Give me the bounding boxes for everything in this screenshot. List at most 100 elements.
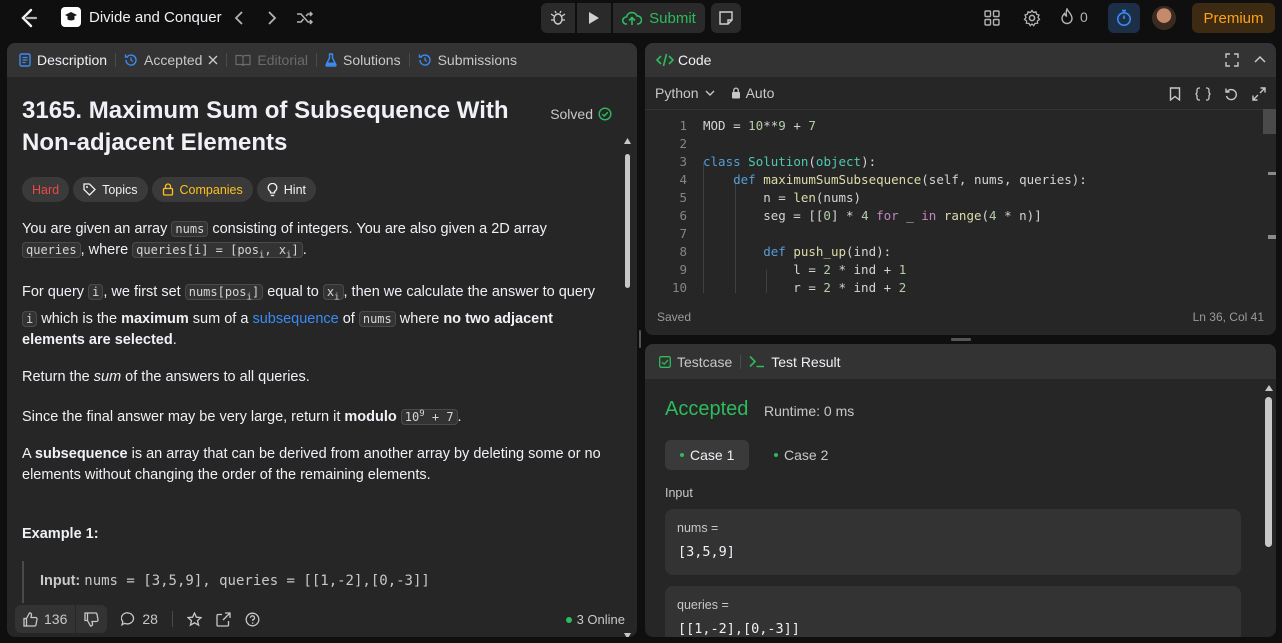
history-icon [124,54,137,66]
case-2-tab[interactable]: Case 2 [759,440,843,470]
tab-submissions[interactable]: Submissions [418,52,517,68]
tab-editorial-label: Editorial [257,52,308,68]
top-bar: Divide and Conquer Submit 0 Premium [0,0,1282,36]
inline-code: nums [171,221,209,237]
online-indicator: 3 Online [565,612,625,627]
reset-icon[interactable] [1224,87,1238,101]
leetcode-logo-icon[interactable] [18,7,40,29]
tab-test-result[interactable]: Test Result [749,354,841,370]
lock-icon [731,87,740,99]
online-count: 3 Online [576,612,625,627]
code-text: MOD = 10**9 + 7 [703,118,816,133]
streak-counter[interactable]: 0 [1060,8,1088,25]
timer-button[interactable] [1108,3,1140,33]
user-avatar[interactable] [1152,6,1176,30]
verdict: Accepted [665,398,749,420]
favorite-button[interactable] [186,611,202,627]
description-footer: 136 28 3 Online [7,601,637,637]
tab-solutions[interactable]: Solutions [325,52,401,68]
code-line: 3 class Solution(object): [645,153,876,171]
runtime: Runtime: 0 ms [764,403,855,419]
tab-editorial[interactable]: Editorial [235,52,308,68]
code-text: 10 [404,409,420,424]
chevron-left-icon[interactable] [229,8,249,28]
vertical-resize-handle[interactable] [639,330,641,348]
test-panel: Testcase Test Result Accepted Runtime: 0… [645,344,1276,637]
tab-testcase[interactable]: Testcase [659,354,732,370]
description-scrollbar[interactable] [623,138,631,637]
scrollbar-thumb[interactable] [1263,109,1276,134]
line-number: 4 [679,172,687,187]
solved-status: Solved [550,106,612,122]
layout-grid-icon[interactable] [982,8,1002,28]
curly-braces-icon[interactable] [1195,87,1211,101]
expand-icon[interactable] [1252,87,1266,101]
code-line: 4 def maximumSumSubsequence(self, nums, … [645,171,1086,189]
terminal-icon [749,355,765,368]
inline-code: queries[i] = [posi, xi] [132,242,303,260]
tab-accepted-label: Accepted [144,52,203,68]
code-text: def push_up(ind): [763,244,892,259]
horizontal-resize-handle[interactable] [951,338,971,341]
language-select[interactable]: Python [655,85,715,101]
fullscreen-icon[interactable] [1225,53,1239,67]
code-scrollbar[interactable] [1263,109,1276,289]
dislike-button[interactable] [75,605,107,633]
comments-button[interactable]: 28 [121,611,158,627]
text: , we first set [103,284,185,301]
close-icon[interactable] [208,55,218,65]
debug-button[interactable] [541,3,575,33]
premium-button[interactable]: Premium [1192,3,1275,33]
italic-text: sum [93,368,122,385]
inline-code: nums [358,310,396,327]
notes-button[interactable] [711,3,741,33]
scroll-up-arrow-icon[interactable] [1265,385,1273,391]
companies-button[interactable]: Companies [151,177,253,202]
hint-button[interactable]: Hint [256,177,316,202]
tag-icon [83,183,97,196]
code-panel: Code Python Auto 1 MOD = 10**9 + 7 2 3 cla… [645,43,1276,335]
like-button[interactable]: 136 [15,605,75,633]
subscript: i [334,292,340,303]
test-result-scrollbar[interactable] [1263,384,1276,636]
settings-gear-icon[interactable] [1022,8,1042,28]
scrollbar-thumb[interactable] [625,154,630,288]
tab-description[interactable]: Description [19,52,107,68]
share-button[interactable] [216,611,231,627]
mode-label: Auto [745,85,775,101]
auto-mode-toggle[interactable]: Auto [731,85,775,101]
online-dot [565,616,572,623]
case-1-label: Case 1 [690,447,735,463]
line-number: 1 [679,118,687,133]
bug-icon [550,10,566,25]
text: . [172,331,177,348]
help-button[interactable] [245,612,260,627]
cursor-position: Ln 36, Col 41 [1192,310,1264,324]
scroll-up-arrow-icon[interactable] [624,138,631,144]
text: . [457,408,462,425]
code-editor[interactable]: 1 MOD = 10**9 + 7 2 3 class Solution(objec… [645,117,1265,293]
variable-name: nums = [677,521,719,535]
case-1-tab[interactable]: Case 1 [665,440,750,470]
bookmark-icon[interactable] [1169,87,1181,101]
problem-header: 3165. Maximum Sum of Subsequence With No… [22,95,612,159]
run-button[interactable] [577,3,611,33]
text: You are given an array [22,221,172,237]
input-variable-box[interactable]: nums = [3,5,9] [665,509,1241,575]
variable-name: queries = [677,598,729,612]
input-variable-box[interactable]: queries = [[1,-2],[0,-3]] [665,586,1241,637]
code-line: 1 MOD = 10**9 + 7 [645,117,816,135]
subsequence-link[interactable]: subsequence [252,311,338,327]
play-icon [589,12,599,24]
external-link-icon [216,611,231,627]
problem-list-button[interactable]: Divide and Conquer [61,7,222,27]
chevron-right-icon[interactable] [262,8,282,28]
topics-button[interactable]: Topics [73,177,148,202]
question-circle-icon [245,612,260,626]
shuffle-icon[interactable] [295,8,315,28]
submit-button[interactable]: Submit [613,3,705,33]
inline-code: 109 + 7 [400,408,458,425]
chevron-up-icon[interactable] [1254,55,1266,63]
scrollbar-thumb[interactable] [1265,397,1272,547]
tab-accepted[interactable]: Accepted [124,52,218,68]
